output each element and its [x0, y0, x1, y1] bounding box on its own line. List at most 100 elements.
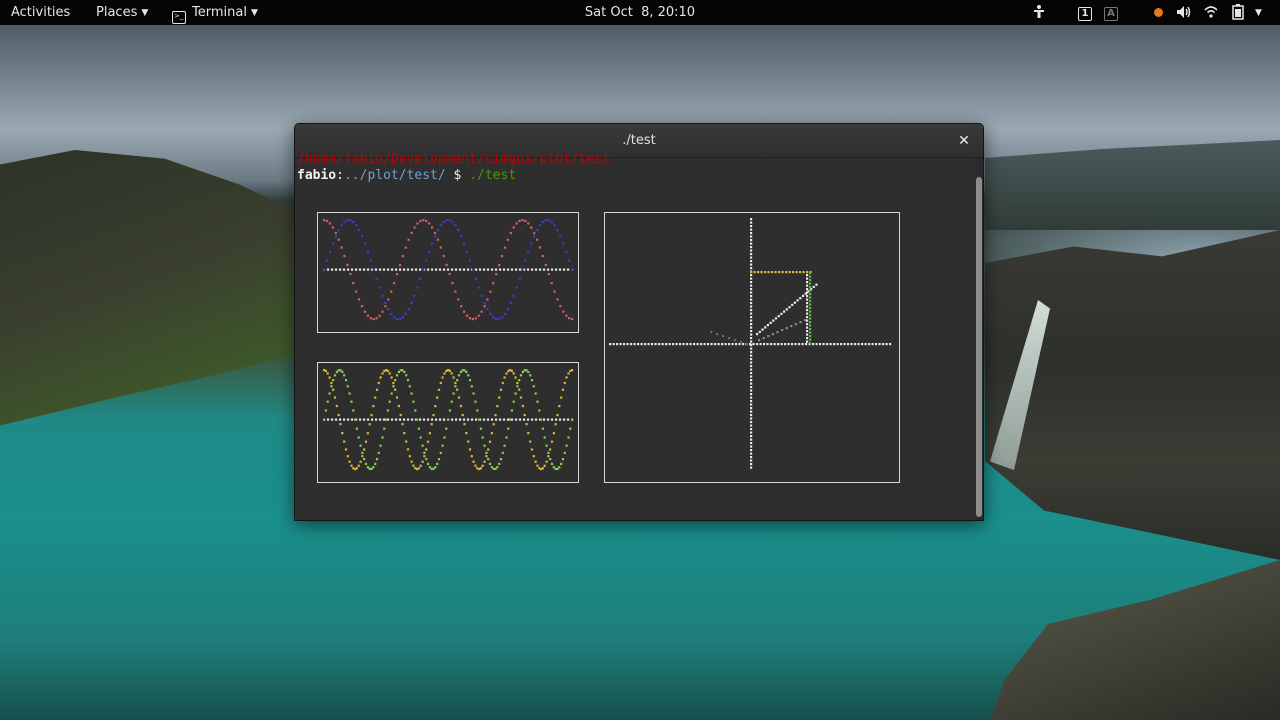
series-0-point — [456, 379, 459, 382]
series-0-point — [544, 219, 547, 222]
baseline-point — [435, 418, 438, 421]
unit-top-point — [753, 271, 756, 274]
series-1-point — [340, 246, 343, 249]
baseline-point — [463, 418, 466, 421]
radius-point — [796, 299, 799, 302]
series-1-point — [494, 414, 497, 417]
background-hills — [985, 140, 1280, 230]
series-0-point — [350, 400, 353, 403]
series-1-point — [395, 273, 399, 276]
series-1-point — [401, 423, 404, 426]
series-1-point — [567, 372, 570, 375]
series-0-point — [328, 250, 331, 253]
baseline-point — [459, 418, 462, 421]
baseline-point — [395, 268, 398, 271]
x-axis-point — [742, 343, 745, 346]
series-1-point — [498, 264, 501, 267]
series-0-point — [463, 242, 466, 245]
unit-right-point — [809, 282, 812, 285]
series-0-point — [496, 466, 499, 469]
baseline-point — [563, 418, 566, 421]
series-1-point — [368, 423, 371, 426]
series-0-point — [340, 224, 343, 227]
wave-plot — [317, 362, 579, 483]
series-0-point — [372, 268, 375, 271]
y-axis-point — [750, 351, 753, 354]
radius-point — [756, 333, 759, 336]
series-0-point — [385, 418, 388, 421]
series-0-point — [452, 392, 455, 395]
baseline-point — [439, 418, 442, 421]
series-1-point — [390, 290, 393, 293]
x-axis-point — [850, 343, 853, 346]
series-1-point — [536, 464, 539, 467]
unit-right-point — [809, 289, 812, 292]
series-0-point — [393, 316, 396, 319]
series-1-point — [337, 413, 340, 417]
terminal-scrollbar[interactable] — [975, 159, 983, 520]
unit-edge-point — [806, 333, 809, 336]
close-icon[interactable]: ✕ — [955, 132, 973, 150]
series-1-point — [463, 423, 466, 426]
workspace-icon[interactable]: 1 — [1078, 4, 1092, 21]
series-1-point — [357, 464, 360, 467]
series-1-point — [459, 404, 462, 408]
power-menu-icon[interactable]: ▼ — [1255, 4, 1262, 21]
baseline-point — [399, 268, 402, 271]
series-0-point — [509, 418, 512, 421]
series-1-point — [333, 396, 337, 399]
series-0-point — [363, 458, 366, 461]
series-1-point — [433, 231, 437, 235]
series-0-point — [359, 444, 362, 447]
wifi-icon[interactable] — [1204, 4, 1218, 21]
series-1-point — [541, 467, 544, 470]
arc-point — [728, 337, 731, 340]
x-axis-point — [665, 343, 668, 346]
series-0-point — [483, 444, 486, 447]
baseline-point — [455, 418, 458, 421]
baseline-point — [419, 268, 422, 271]
series-1-point — [467, 440, 470, 443]
notification-dot-icon[interactable] — [1154, 4, 1163, 21]
prompt-dir: ../plot/test/ — [343, 168, 446, 183]
scrollbar-thumb[interactable] — [976, 177, 982, 517]
arc-point — [767, 335, 770, 338]
baseline-point — [439, 268, 442, 271]
y-axis-point — [750, 333, 753, 336]
baseline-point — [511, 268, 514, 271]
series-0-point — [565, 250, 568, 253]
baseline-point — [539, 268, 542, 271]
series-1-point — [366, 432, 369, 435]
y-axis-point — [750, 309, 753, 312]
series-0-point — [465, 370, 468, 374]
series-1-point — [439, 381, 442, 385]
unit-right-point — [809, 342, 812, 345]
baseline-point — [427, 268, 430, 271]
series-0-point — [346, 219, 349, 222]
x-axis-point — [791, 343, 794, 346]
top-bar: Activities Places ▼ >_ Terminal ▼ Sat Oct 8… — [0, 0, 1280, 25]
series-1-point — [445, 263, 448, 267]
y-axis-point — [750, 235, 753, 238]
battery-icon[interactable] — [1232, 4, 1244, 21]
series-0-point — [323, 418, 326, 421]
series-1-point — [457, 298, 460, 301]
baseline-point — [459, 268, 462, 271]
series-1-point — [571, 318, 574, 321]
y-axis-point — [750, 225, 753, 228]
volume-icon[interactable] — [1176, 4, 1192, 21]
series-1-point — [394, 388, 397, 391]
series-1-point — [355, 467, 358, 470]
x-axis-point — [612, 343, 615, 346]
series-0-point — [492, 316, 495, 319]
series-1-point — [401, 255, 404, 258]
keyboard-icon[interactable]: A — [1104, 4, 1118, 21]
series-1-point — [501, 381, 504, 385]
series-0-point — [323, 268, 326, 271]
unit-top-point — [774, 271, 777, 274]
accessibility-icon[interactable] — [1032, 4, 1046, 21]
y-axis-point — [750, 431, 753, 434]
series-0-point — [445, 219, 448, 222]
series-1-point — [474, 317, 477, 320]
unit-right-point — [809, 310, 812, 313]
